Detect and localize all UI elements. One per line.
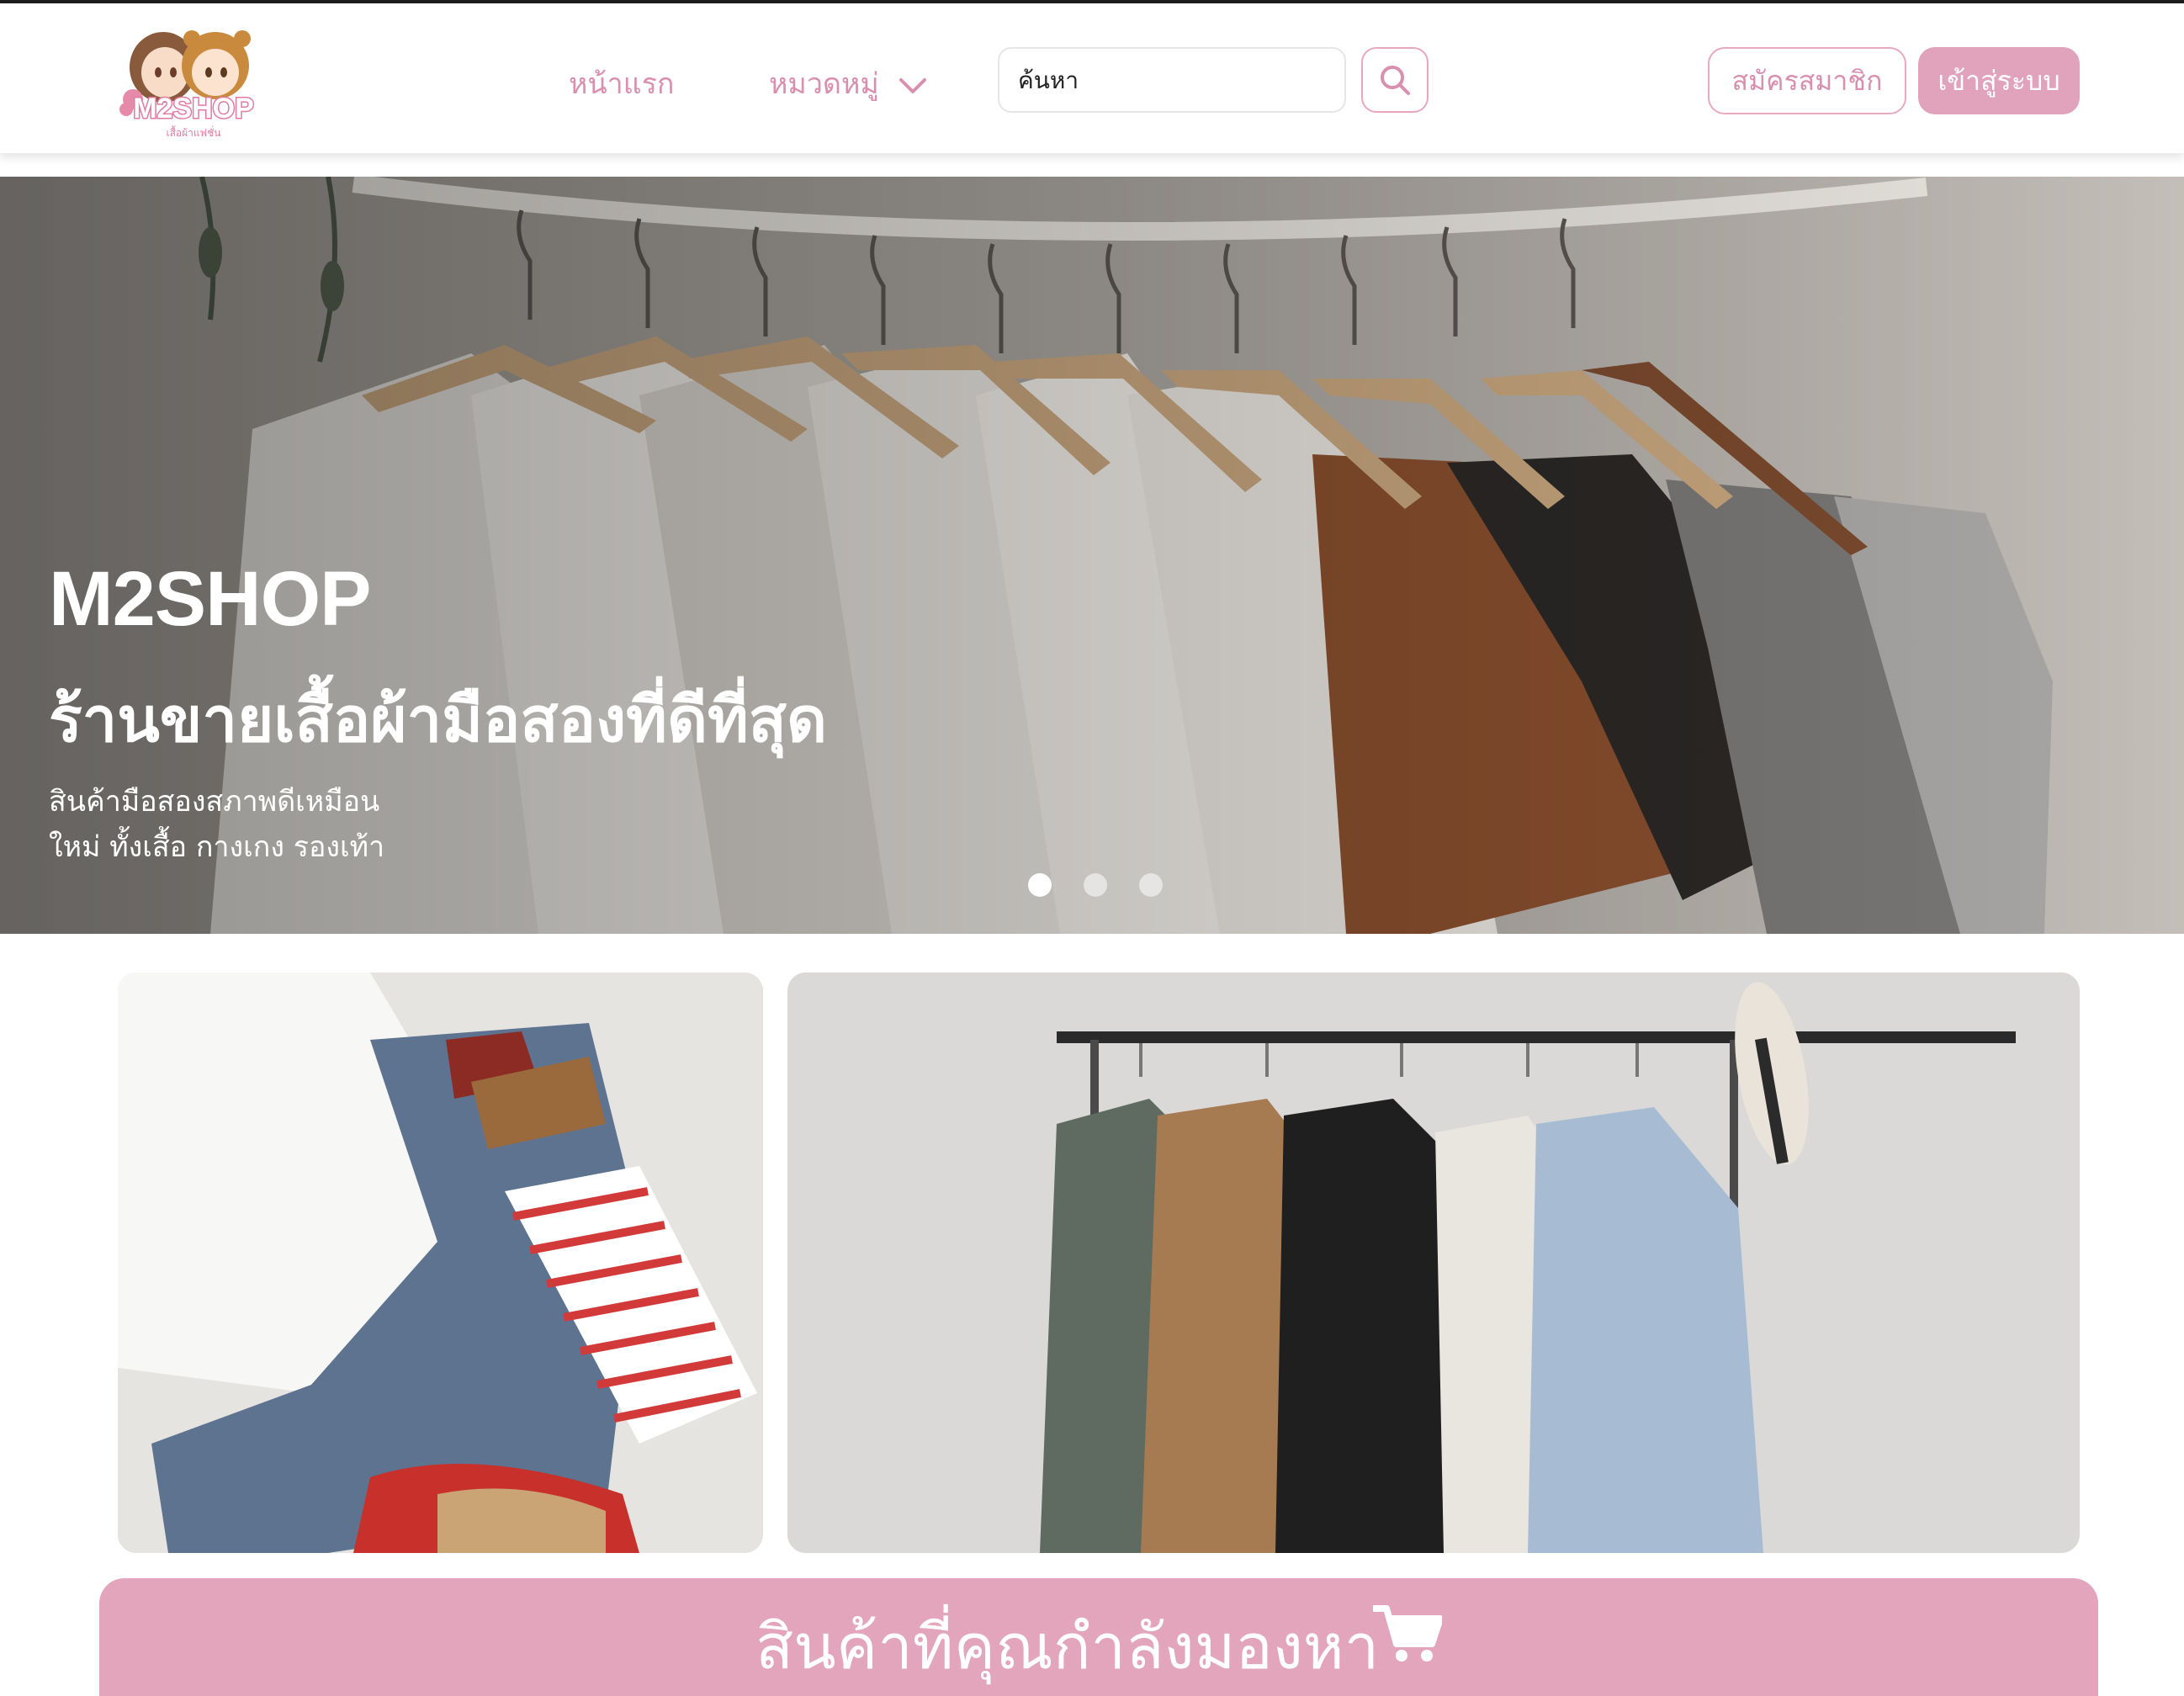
search-button[interactable] bbox=[1361, 47, 1429, 113]
navbar: M2SHOP เสื้อผ้าแฟชั่น หน้าแรก หมวดหมู่ ส… bbox=[0, 3, 2184, 153]
search-icon bbox=[1381, 66, 1410, 95]
chevron-down-icon bbox=[899, 61, 927, 111]
section-title: สินค้าที่คุณกำลังมองหา bbox=[755, 1611, 1380, 1683]
hero-subtitle: ร้านขายเสื้อผ้ามือสองที่ดีที่สุด bbox=[49, 684, 827, 756]
promo-card-clothes-rack[interactable] bbox=[787, 973, 2080, 1553]
clothes-rack-image bbox=[787, 973, 2080, 1553]
svg-text:เสื้อผ้าแฟชั่น: เสื้อผ้าแฟชั่น bbox=[167, 125, 221, 139]
register-button[interactable]: สมัครสมาชิก bbox=[1708, 47, 1906, 114]
section-banner: สินค้าที่คุณกำลังมองหา bbox=[99, 1578, 2098, 1696]
hero-carousel: M2SHOP ร้านขายเสื้อผ้ามือสองที่ดีที่สุด … bbox=[0, 177, 2184, 934]
nav-category-label: หมวดหมู่ bbox=[769, 67, 879, 101]
svg-text:M2SHOP: M2SHOP bbox=[133, 93, 254, 125]
hero-description: สินค้ามือสองสภาพดีเหมือน ใหม่ ทั้งเสื้อ … bbox=[49, 779, 384, 870]
hero-title: M2SHOP bbox=[49, 556, 372, 642]
nav-category-dropdown[interactable]: หมวดหมู่ bbox=[769, 59, 927, 109]
hero-desc-line-2: ใหม่ ทั้งเสื้อ กางเกง รองเท้า bbox=[49, 830, 385, 864]
folded-clothes-image bbox=[118, 973, 763, 1553]
nav-home-link[interactable]: หน้าแรก bbox=[569, 59, 675, 109]
login-button[interactable]: เข้าสู่ระบบ bbox=[1918, 47, 2080, 114]
hero-desc-line-1: สินค้ามือสองสภาพดีเหมือน bbox=[49, 785, 380, 819]
carousel-dot-3[interactable] bbox=[1139, 873, 1163, 897]
logo-graphic: M2SHOP เสื้อผ้าแฟชั่น bbox=[119, 30, 255, 139]
logo[interactable]: M2SHOP เสื้อผ้าแฟชั่น bbox=[116, 24, 266, 140]
carousel-dot-1[interactable] bbox=[1028, 873, 1052, 897]
carousel-dot-2[interactable] bbox=[1084, 873, 1107, 897]
carousel-indicators bbox=[1028, 873, 1163, 898]
nav-home-label: หน้าแรก bbox=[569, 67, 675, 101]
cart-icon bbox=[1373, 1605, 1442, 1662]
search-input[interactable] bbox=[998, 47, 1346, 113]
promo-card-folded-clothes[interactable] bbox=[118, 973, 763, 1553]
